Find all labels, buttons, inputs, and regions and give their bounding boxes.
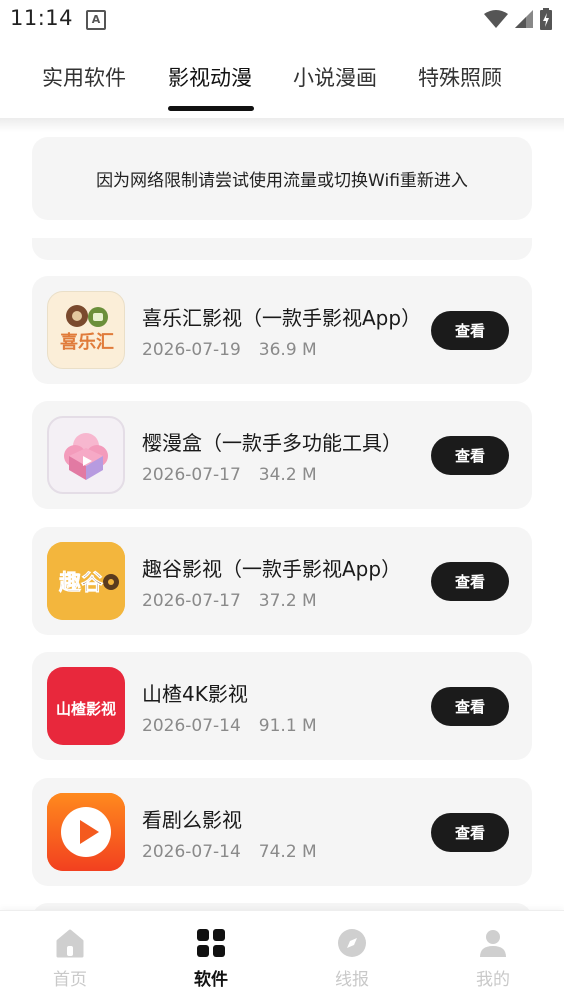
- app-meta: 2026-07-14 91.1 M: [142, 716, 317, 736]
- notice-text: 因为网络限制请尝试使用流量或切换Wifi重新进入: [96, 171, 468, 191]
- app-card[interactable]: 看剧么影视 2026-07-14 74.2 M 查看: [32, 778, 532, 886]
- scrolled-card-edge: [32, 238, 532, 260]
- view-button[interactable]: 查看: [431, 687, 509, 726]
- battery-icon: [540, 8, 552, 30]
- nav-profile-label: 我的: [476, 970, 510, 990]
- nav-news[interactable]: 线报: [312, 927, 392, 990]
- tab-utility-software[interactable]: 实用软件: [42, 62, 126, 92]
- tabs-divider: [0, 118, 564, 132]
- app-meta: 2026-07-17 37.2 M: [142, 591, 317, 611]
- app-size: 91.1 M: [258, 716, 317, 736]
- view-button[interactable]: 查看: [431, 813, 509, 852]
- app-name: 看剧么影视: [142, 808, 242, 832]
- app-card[interactable]: 樱漫盒（一款手多功能工具） 2026-07-17 34.2 M 查看: [32, 401, 532, 509]
- app-size: 37.2 M: [258, 591, 317, 611]
- app-card[interactable]: 趣谷 趣谷影视（一款手影视App） 2026-07-17 37.2 M 查看: [32, 527, 532, 635]
- grid-icon: [197, 929, 225, 957]
- app-size: 74.2 M: [258, 842, 317, 862]
- bottom-navigation: 首页 软件 线报 我的: [0, 910, 564, 1005]
- app-size: 34.2 M: [258, 465, 317, 485]
- view-button[interactable]: 查看: [431, 311, 509, 350]
- status-time: 11:14: [10, 6, 74, 30]
- active-tab-indicator: [168, 106, 254, 111]
- qugu-icon-text: 趣谷: [58, 570, 104, 596]
- tab-novel-comic[interactable]: 小说漫画: [293, 62, 377, 92]
- app-card[interactable]: 喜乐汇 喜乐汇影视（一款手影视App） 2026-07-19 36.9 M 查看: [32, 276, 532, 384]
- app-meta: 2026-07-17 34.2 M: [142, 465, 317, 485]
- nav-software[interactable]: 软件: [171, 927, 251, 990]
- xilehui-icon: 喜乐汇: [47, 291, 125, 369]
- wifi-icon: [484, 10, 508, 28]
- nav-home[interactable]: 首页: [30, 927, 110, 990]
- app-date: 2026-07-14: [142, 842, 241, 862]
- app-card[interactable]: 山楂影视 山楂4K影视 2026-07-14 91.1 M 查看: [32, 652, 532, 760]
- app-name: 樱漫盒（一款手多功能工具）: [142, 431, 402, 455]
- signal-icon: [515, 10, 533, 28]
- notification-icon: A: [86, 10, 106, 30]
- yingmanhe-icon: [47, 416, 125, 494]
- app-name: 山楂4K影视: [142, 682, 248, 706]
- nav-profile[interactable]: 我的: [453, 927, 533, 990]
- xilehui-icon-text: 喜乐汇: [60, 332, 114, 353]
- app-date: 2026-07-17: [142, 591, 241, 611]
- app-date: 2026-07-19: [142, 340, 241, 360]
- compass-icon: [338, 929, 366, 957]
- view-button[interactable]: 查看: [431, 562, 509, 601]
- app-date: 2026-07-17: [142, 465, 241, 485]
- category-tabs: 实用软件 影视动漫 小说漫画 特殊照顾: [0, 40, 564, 116]
- user-icon: [480, 930, 506, 957]
- view-button[interactable]: 查看: [431, 436, 509, 475]
- network-notice: 因为网络限制请尝试使用流量或切换Wifi重新进入: [32, 137, 532, 220]
- play-icon: [47, 793, 125, 871]
- app-size: 36.9 M: [258, 340, 317, 360]
- shanzha-icon: 山楂影视: [47, 667, 125, 745]
- nav-software-label: 软件: [194, 970, 228, 990]
- app-meta: 2026-07-19 36.9 M: [142, 340, 317, 360]
- nav-news-label: 线报: [335, 970, 369, 990]
- tab-film-anime[interactable]: 影视动漫: [168, 62, 252, 92]
- app-meta: 2026-07-14 74.2 M: [142, 842, 317, 862]
- app-name: 喜乐汇影视（一款手影视App）: [142, 306, 422, 330]
- tab-special[interactable]: 特殊照顾: [418, 62, 502, 92]
- app-date: 2026-07-14: [142, 716, 241, 736]
- qugu-icon: 趣谷: [47, 542, 125, 620]
- shanzha-icon-text: 山楂影视: [56, 700, 116, 718]
- home-icon: [56, 929, 84, 958]
- status-bar: 11:14 A: [0, 0, 564, 38]
- app-name: 趣谷影视（一款手影视App）: [142, 557, 402, 581]
- status-indicators: [484, 8, 552, 30]
- nav-home-label: 首页: [53, 970, 87, 990]
